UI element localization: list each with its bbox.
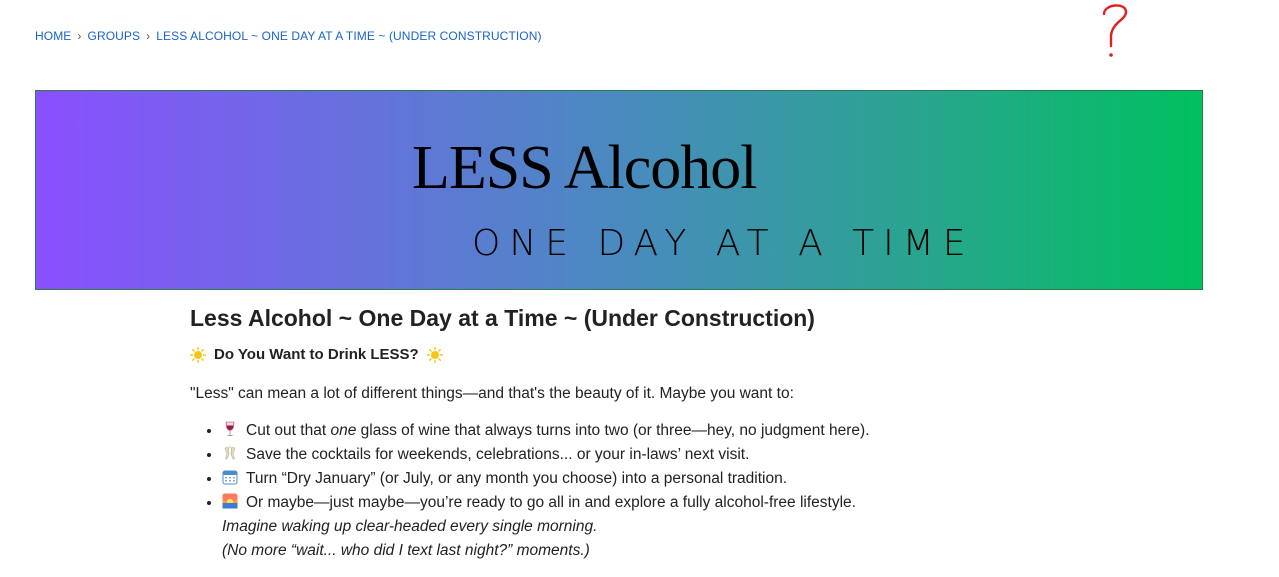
wine-glass-icon (225, 421, 235, 436)
list-item: Turn “Dry January” (or July, or any mont… (222, 467, 1090, 491)
subheading-text: Do You Want to Drink LESS? (214, 346, 419, 363)
banner-title: LESS Alcohol (412, 134, 758, 202)
list-item-text: Or maybe—just maybe—you’re ready to go a… (246, 494, 856, 511)
question-mark-icon[interactable] (1096, 0, 1136, 62)
note-line: Imagine waking up clear-headed every sin… (222, 518, 598, 535)
sun-icon (190, 346, 206, 363)
list-item-text: Cut out that (246, 422, 331, 439)
calendar-icon (222, 470, 238, 485)
group-banner: LESS Alcohol ONE DAY AT A TIME (35, 90, 1203, 290)
list-item-emphasis: one (330, 422, 357, 439)
subheading: Do You Want to Drink LESS? (190, 346, 1090, 363)
list-item: Or maybe—just maybe—you’re ready to go a… (222, 491, 1090, 563)
list-item-text: Save the cocktails for weekends, celebra… (246, 446, 750, 463)
list-item: Save the cocktails for weekends, celebra… (222, 443, 1090, 467)
intro-paragraph: "Less" can mean a lot of different thing… (190, 385, 794, 402)
list-item-text: glass of wine that always turns into two… (356, 422, 870, 439)
group-description: Less Alcohol ~ One Day at a Time ~ (Unde… (190, 305, 1090, 563)
breadcrumb-current-link[interactable]: LESS ALCOHOL ~ ONE DAY AT A TIME ~ (UNDE… (156, 29, 541, 43)
breadcrumb-groups-link[interactable]: GROUPS (88, 29, 141, 43)
page-title: Less Alcohol ~ One Day at a Time ~ (Unde… (190, 305, 815, 331)
sun-icon (426, 346, 443, 363)
breadcrumb-separator: › (77, 29, 82, 43)
list-item-text: Turn “Dry January” (or July, or any mont… (246, 470, 788, 487)
cocktail-glass-icon (224, 446, 236, 460)
breadcrumb: HOME › GROUPS › LESS ALCOHOL ~ ONE DAY AT A … (35, 29, 542, 43)
sunrise-icon (222, 493, 238, 509)
note-line: (No more “wait... who did I text last ni… (222, 542, 590, 559)
list-item: Cut out that one glass of wine that alwa… (222, 419, 1090, 443)
breadcrumb-separator: › (146, 29, 151, 43)
breadcrumb-home-link[interactable]: HOME (35, 29, 71, 43)
banner-subtitle: ONE DAY AT A TIME (472, 223, 975, 264)
reasons-list: Cut out that one glass of wine that alwa… (190, 419, 1090, 563)
